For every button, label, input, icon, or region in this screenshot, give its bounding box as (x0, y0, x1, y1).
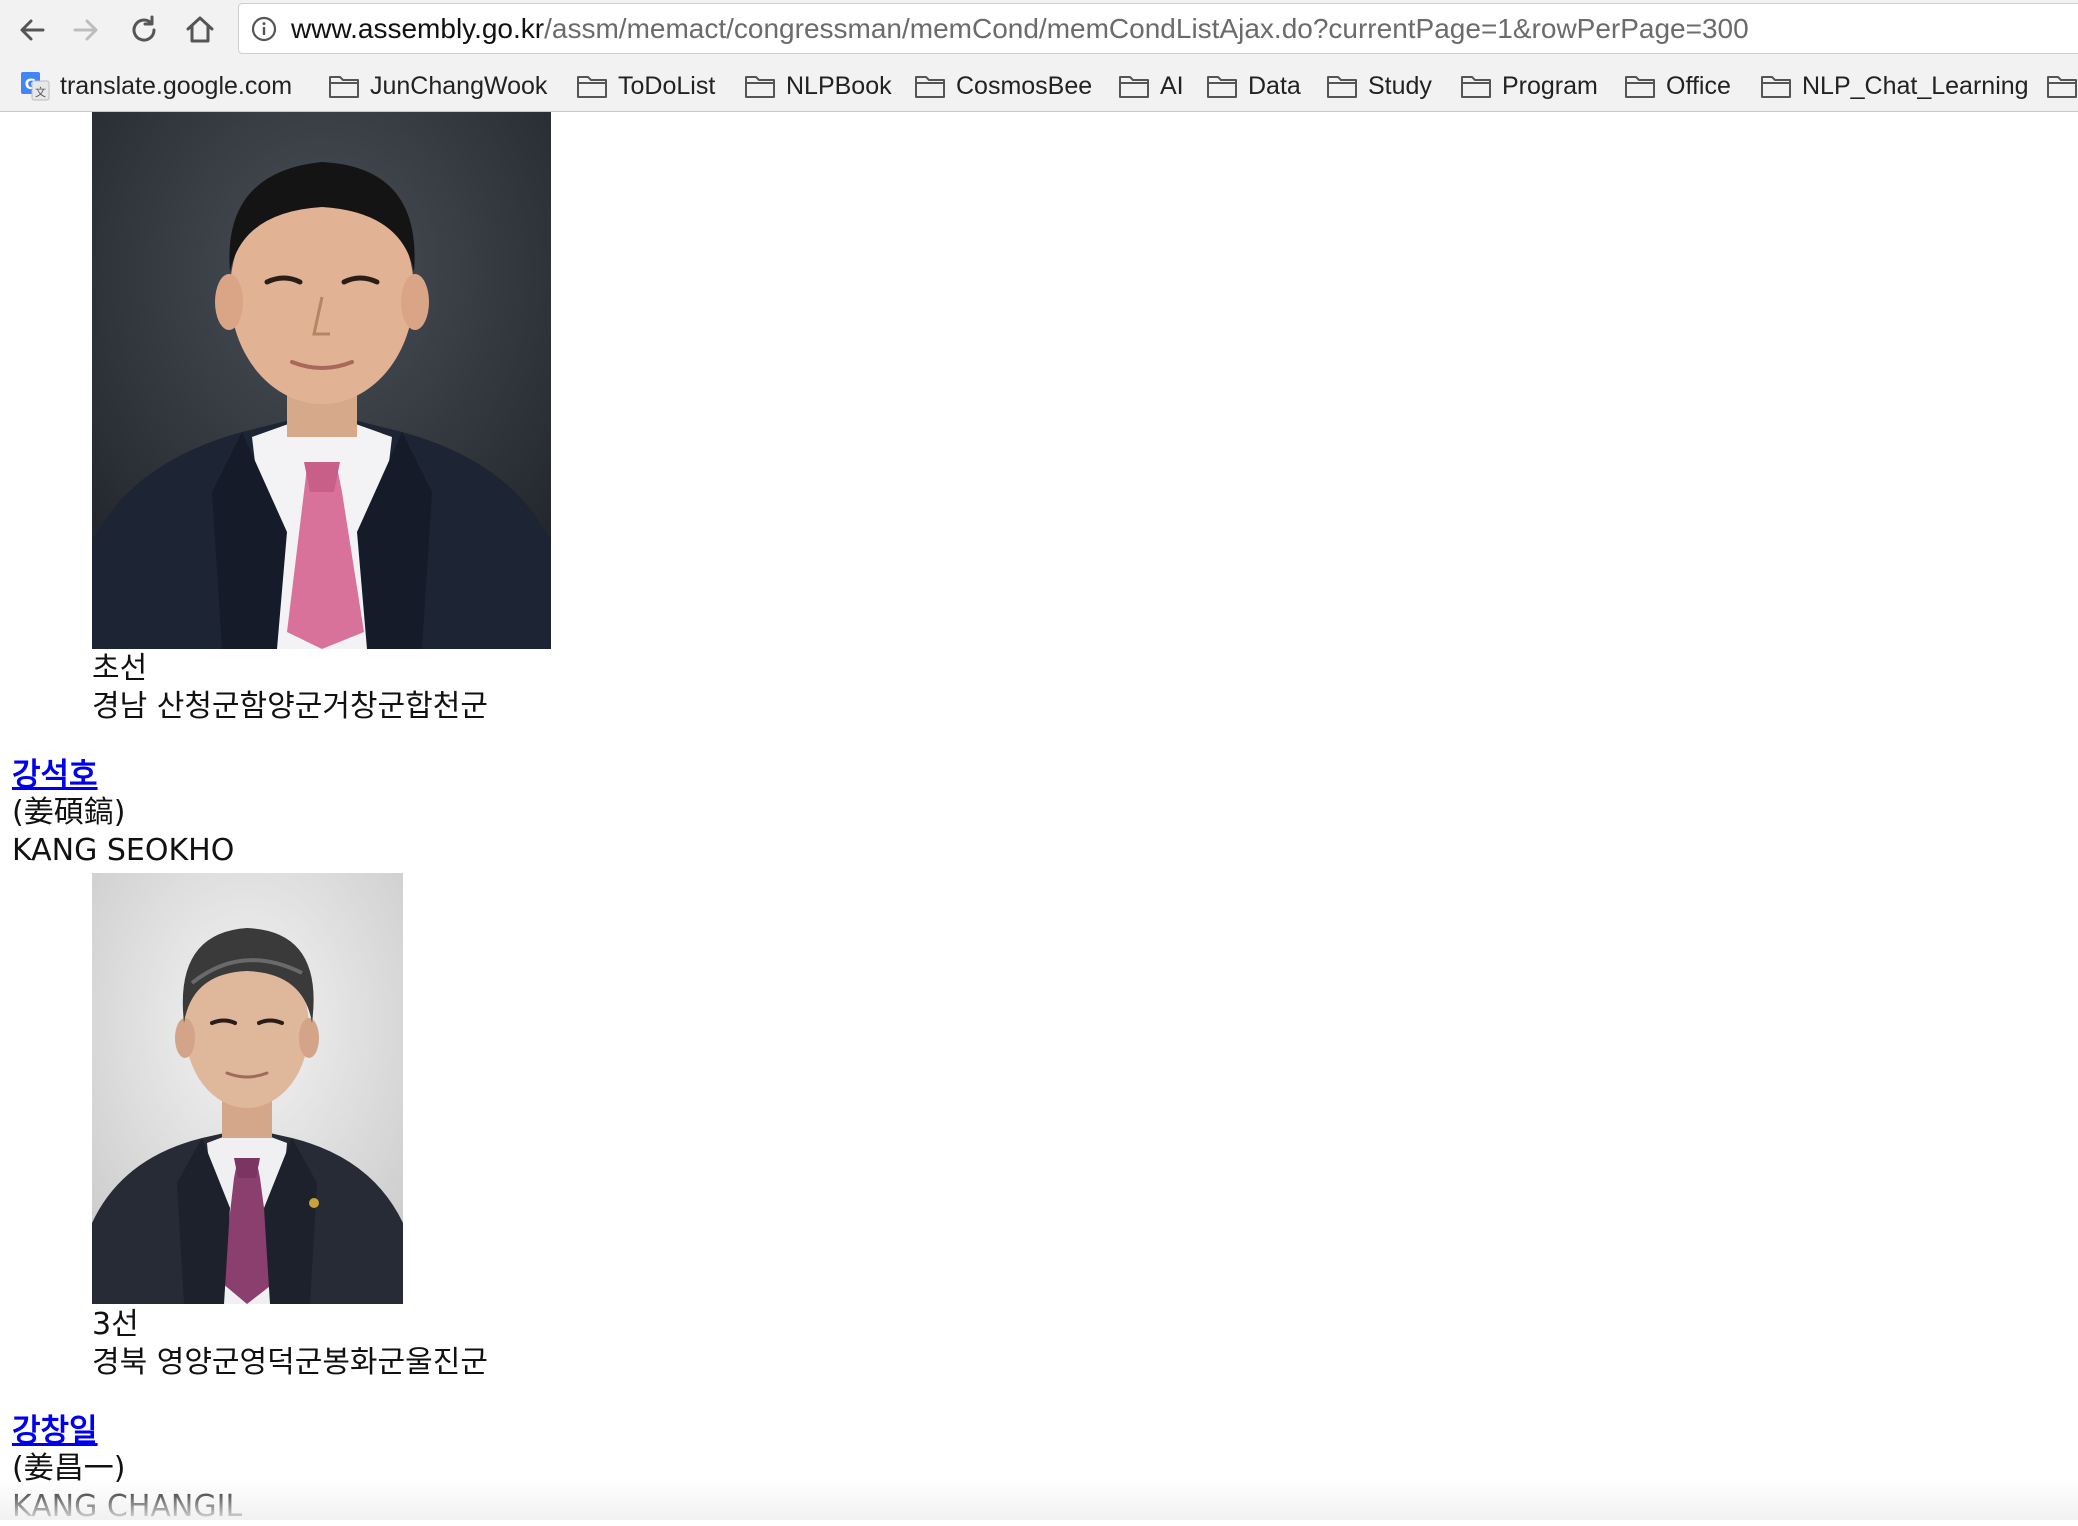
member-name-link[interactable]: 강석호 (12, 756, 98, 794)
bookmark-label: Study (1368, 71, 1432, 100)
bookmark-label: Program (1502, 71, 1598, 100)
bookmark-label: NLP_Chat_Learning (1802, 71, 2029, 100)
svg-text:文: 文 (35, 85, 46, 99)
member-term: 3선 (92, 1307, 139, 1342)
folder-icon (2047, 76, 2077, 98)
member-list: 초선 경남 산청군함양군거창군합천군 강석호 (姜碩鎬) KANG SEOKHO (0, 112, 2078, 1524)
member-hanja-name: (姜碩鎬) (12, 795, 126, 830)
url-host: www.assembly.go.kr (291, 13, 545, 44)
info-icon[interactable] (251, 16, 277, 42)
home-button[interactable] (178, 8, 222, 52)
bookmark-folder-todolist[interactable]: ToDoList (576, 69, 715, 103)
bookmark-folder-program[interactable]: Program (1460, 69, 1598, 103)
bookmark-label: Data (1248, 71, 1301, 100)
bookmark-translate[interactable]: G 文 translate.google.com (20, 69, 292, 103)
home-icon (186, 16, 214, 43)
folder-icon (329, 76, 359, 98)
member-term: 초선 (92, 651, 148, 686)
url-path: /assm/memact/congressman/memCond/memCond… (544, 13, 1749, 44)
bookmark-folder-ai[interactable]: AI (1118, 69, 1184, 103)
member-photo (92, 112, 551, 649)
member-photo (92, 873, 403, 1304)
browser-toolbar: www.assembly.go.kr/assm/memact/congressm… (0, 0, 2078, 60)
bookmark-folder-overflow[interactable] (2046, 69, 2078, 103)
bookmark-folder-cosmosbee[interactable]: CosmosBee (914, 69, 1092, 103)
folder-icon (1207, 76, 1237, 98)
folder-icon (745, 76, 775, 98)
bookmark-folder-study[interactable]: Study (1326, 69, 1432, 103)
bookmark-label: CosmosBee (956, 71, 1093, 100)
bookmark-label: translate.google.com (60, 71, 293, 100)
folder-icon (1461, 76, 1491, 98)
bookmark-label: ToDoList (618, 71, 716, 100)
url-text[interactable]: www.assembly.go.kr/assm/memact/congressm… (291, 12, 1749, 46)
member-district: 경북 영양군영덕군봉화군울진군 (92, 1345, 488, 1380)
bookmark-folder-data[interactable]: Data (1206, 69, 1301, 103)
bookmark-label: AI (1160, 71, 1184, 100)
bookmarks-bar: G 文 translate.google.com JunChangWook To… (0, 60, 2078, 112)
folder-icon (1119, 76, 1149, 98)
folder-icon (915, 76, 945, 98)
bookmark-folder-nlp-chat-learning[interactable]: NLP_Chat_Learning (1760, 69, 2029, 103)
bookmark-folder-junchangwook[interactable]: JunChangWook (328, 69, 547, 103)
forward-arrow-icon (73, 19, 98, 41)
bookmark-label: Office (1666, 71, 1731, 100)
bookmark-label: NLPBook (786, 71, 892, 100)
reload-button[interactable] (122, 8, 166, 52)
member-district: 경남 산청군함양군거창군합천군 (92, 689, 488, 724)
bookmark-folder-office[interactable]: Office (1624, 69, 1731, 103)
folder-icon (577, 76, 607, 98)
member-portrait-image (92, 112, 551, 649)
member-portrait-image (92, 873, 403, 1304)
back-arrow-icon (20, 19, 45, 41)
bookmark-folder-nlpbook[interactable]: NLPBook (744, 69, 892, 103)
member-name-link[interactable]: 강창일 (12, 1412, 98, 1450)
reload-icon (132, 15, 156, 42)
address-bar[interactable]: www.assembly.go.kr/assm/memact/congressm… (238, 3, 2078, 54)
folder-icon (1327, 76, 1357, 98)
folder-icon (1625, 76, 1655, 98)
forward-button[interactable] (64, 8, 108, 52)
bottom-scroll-shadow (0, 1480, 2078, 1520)
bookmark-label: JunChangWook (370, 71, 548, 100)
back-button[interactable] (10, 8, 54, 52)
folder-icon (1761, 76, 1791, 98)
member-english-name: KANG SEOKHO (12, 833, 235, 868)
google-translate-icon: G 文 (20, 71, 50, 101)
